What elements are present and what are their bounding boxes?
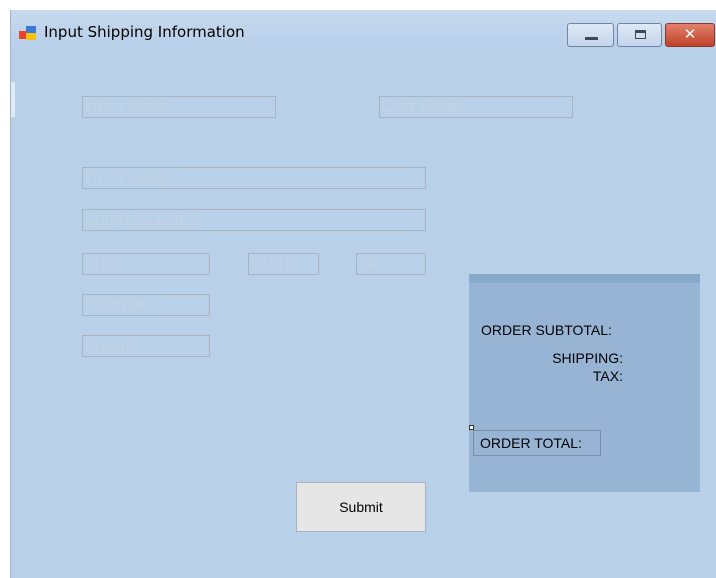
country-input[interactable]: [82, 294, 210, 316]
order-summary-panel: ORDER SUBTOTAL: SHIPPING: TAX: ORDER TOT…: [469, 274, 700, 492]
maximize-button[interactable]: [617, 23, 662, 47]
phone-input[interactable]: [82, 335, 210, 357]
app-icon: [19, 25, 37, 41]
close-button[interactable]: ✕: [665, 23, 715, 47]
minimize-icon: [585, 37, 598, 40]
selection-handle[interactable]: [469, 425, 474, 430]
address-line-2-input[interactable]: [82, 209, 426, 231]
title-bar[interactable]: Input Shipping Information ✕: [11, 10, 716, 48]
order-total-label: ORDER TOTAL:: [473, 430, 601, 456]
first-name-input[interactable]: [82, 96, 276, 118]
address-line-1-input[interactable]: [82, 167, 426, 189]
submit-button[interactable]: Submit: [296, 482, 426, 532]
window-title: Input Shipping Information: [44, 23, 245, 41]
summary-panel-header: [469, 274, 700, 283]
window-edge-highlight: [11, 82, 15, 117]
minimize-button[interactable]: [567, 23, 614, 47]
zip-input[interactable]: [356, 253, 426, 275]
city-input[interactable]: [82, 253, 210, 275]
state-input[interactable]: [248, 253, 319, 275]
shipping-label: SHIPPING:: [552, 350, 623, 366]
last-name-input[interactable]: [379, 96, 573, 118]
shipping-window: Input Shipping Information ✕ ORDER SUBTO…: [10, 10, 716, 578]
maximize-icon: [635, 30, 646, 39]
close-icon: ✕: [683, 25, 697, 43]
tax-label: TAX:: [592, 368, 623, 384]
order-subtotal-label: ORDER SUBTOTAL:: [481, 322, 612, 338]
